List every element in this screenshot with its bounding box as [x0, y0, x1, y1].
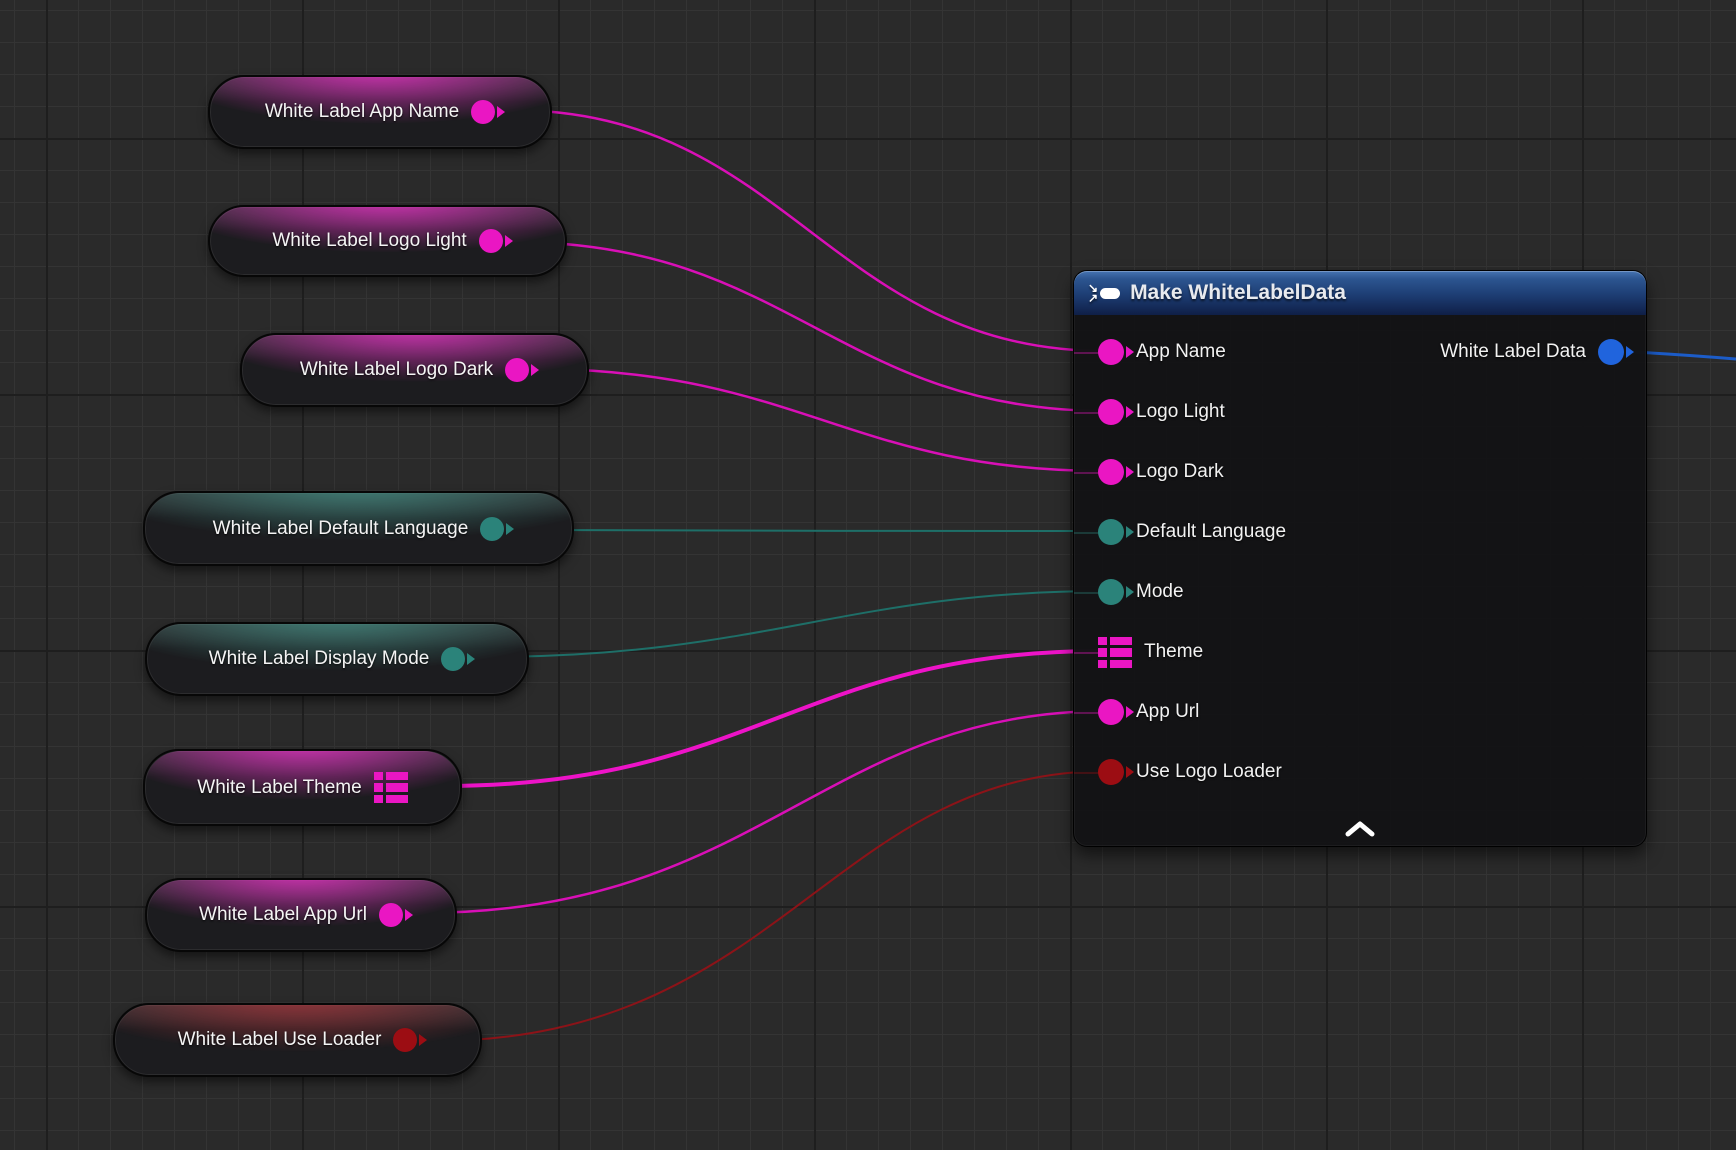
wire-logo-light[interactable]: [519, 242, 1106, 411]
pin-label: Theme: [1144, 641, 1203, 663]
node-get-white-label-theme[interactable]: White Label Theme: [143, 749, 462, 826]
node-label: White Label App Name: [265, 101, 459, 123]
node-make-whitelabeldata[interactable]: ↘ ↗ Make WhiteLabelData App Name Logo Li…: [1073, 270, 1647, 847]
node-get-white-label-default-language[interactable]: White Label Default Language: [143, 491, 574, 566]
pin-label: Use Logo Loader: [1136, 761, 1282, 783]
pin-label: Default Language: [1136, 521, 1286, 543]
make-node-header[interactable]: ↘ ↗ Make WhiteLabelData: [1074, 271, 1646, 315]
output-pin-string[interactable]: [471, 100, 495, 124]
wire-theme[interactable]: [437, 651, 1098, 786]
node-get-white-label-logo-light[interactable]: White Label Logo Light: [208, 205, 567, 277]
node-label: White Label Theme: [197, 777, 361, 799]
node-label: White Label App Url: [199, 904, 367, 926]
struct-pin-icon[interactable]: [374, 772, 408, 803]
arrow-up-glyph: ↗: [1088, 293, 1098, 303]
node-get-white-label-logo-dark[interactable]: White Label Logo Dark: [240, 333, 589, 407]
node-label: White Label Use Loader: [178, 1029, 382, 1051]
make-node-title: Make WhiteLabelData: [1130, 281, 1346, 305]
wire-app-name[interactable]: [514, 110, 1106, 351]
node-get-white-label-app-name[interactable]: White Label App Name: [208, 75, 552, 149]
node-get-white-label-use-loader[interactable]: White Label Use Loader: [113, 1003, 482, 1077]
node-get-white-label-display-mode[interactable]: White Label Display Mode: [145, 622, 529, 696]
pin-label: App Name: [1136, 341, 1226, 363]
input-pin-string[interactable]: [1098, 399, 1124, 425]
input-pin-teal[interactable]: [1098, 579, 1124, 605]
node-label: White Label Display Mode: [209, 648, 430, 670]
output-pin-bool[interactable]: [393, 1028, 417, 1052]
output-pin-string[interactable]: [479, 229, 503, 253]
output-pin-string[interactable]: [505, 358, 529, 382]
pin-row-logo-dark: Logo Dark: [1074, 442, 1646, 502]
node-label: White Label Logo Dark: [300, 359, 493, 381]
node-label: White Label Default Language: [213, 518, 469, 540]
pin-row-app-url: App Url: [1074, 682, 1646, 742]
struct-pin-icon[interactable]: [1098, 637, 1132, 668]
output-pin-struct[interactable]: [1598, 339, 1624, 365]
pin-label: App Url: [1136, 701, 1199, 723]
node-label: White Label Logo Light: [272, 230, 466, 252]
input-pin-string[interactable]: [1098, 459, 1124, 485]
pin-row-theme: Theme: [1074, 622, 1646, 682]
wire-app-url[interactable]: [415, 711, 1106, 913]
wire-logo-dark[interactable]: [542, 369, 1106, 471]
wire-display-mode[interactable]: [487, 591, 1106, 657]
node-get-white-label-app-url[interactable]: White Label App Url: [145, 878, 457, 952]
output-pin-row: White Label Data: [1440, 322, 1624, 382]
input-pin-string[interactable]: [1098, 699, 1124, 725]
input-pins: App Name Logo Light Logo Dark Default La…: [1074, 322, 1646, 802]
output-pin-teal[interactable]: [480, 517, 504, 541]
pin-row-logo-light: Logo Light: [1074, 382, 1646, 442]
pin-label: Logo Dark: [1136, 461, 1224, 483]
pin-row-use-logo-loader: Use Logo Loader: [1074, 742, 1646, 802]
pin-row-default-language: Default Language: [1074, 502, 1646, 562]
input-pin-string[interactable]: [1098, 339, 1124, 365]
pin-row-mode: Mode: [1074, 562, 1646, 622]
make-struct-icon: ↘ ↗: [1088, 283, 1120, 303]
input-pin-teal[interactable]: [1098, 519, 1124, 545]
input-pin-bool[interactable]: [1098, 759, 1124, 785]
collapse-node-button[interactable]: [1338, 818, 1382, 840]
pin-label: White Label Data: [1440, 341, 1586, 363]
blueprint-graph-canvas[interactable]: White Label App Name White Label Logo Li…: [0, 0, 1736, 1150]
pin-label: Logo Light: [1136, 401, 1225, 423]
output-pin-teal[interactable]: [441, 647, 465, 671]
pin-label: Mode: [1136, 581, 1184, 603]
chevron-up-icon: [1343, 821, 1377, 837]
wire-default-language[interactable]: [530, 530, 1106, 531]
output-pin-string[interactable]: [379, 903, 403, 927]
